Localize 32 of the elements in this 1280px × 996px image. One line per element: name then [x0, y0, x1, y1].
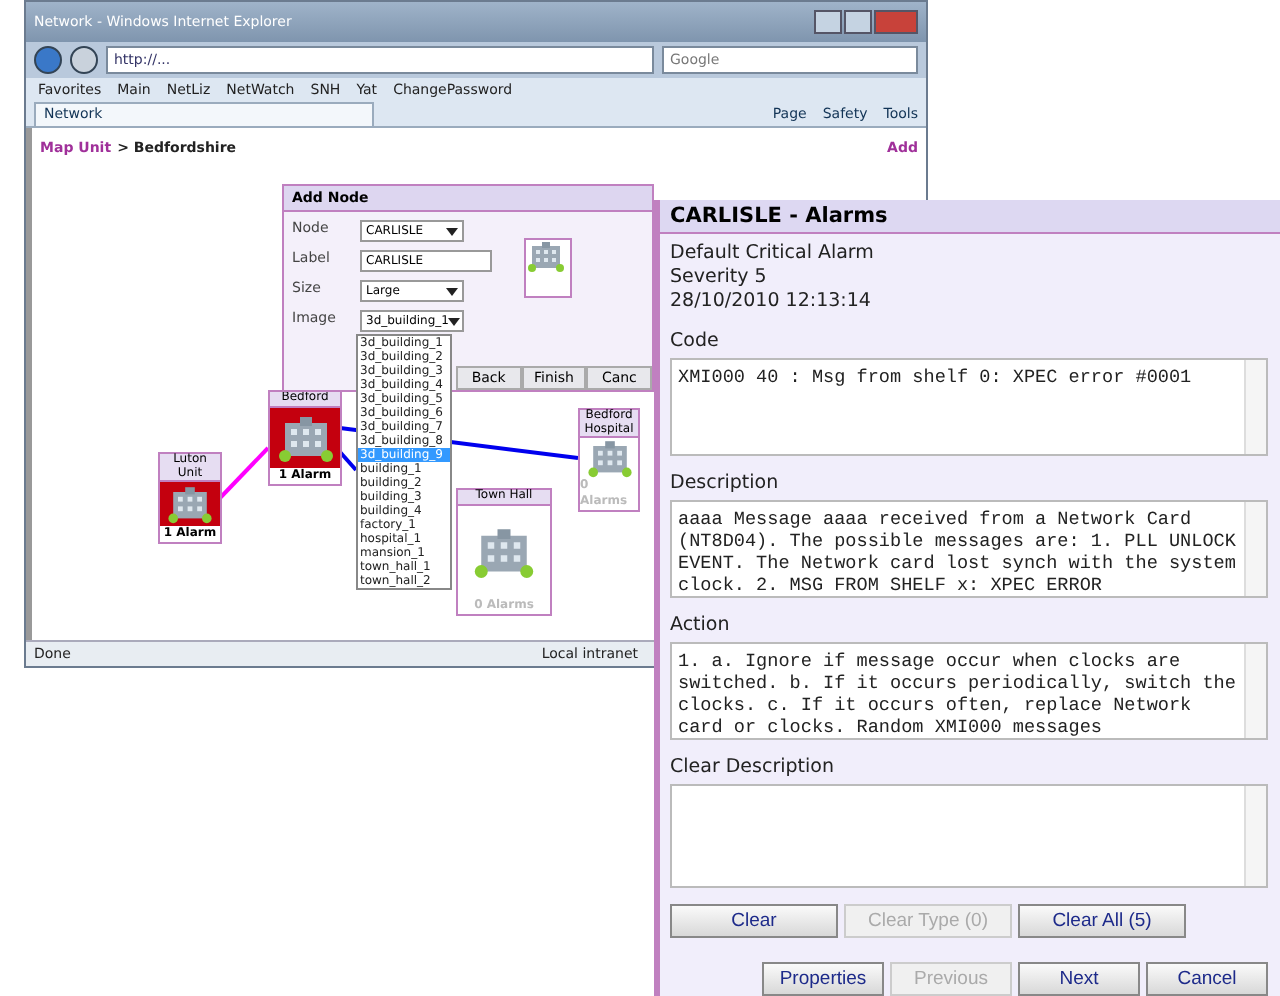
building-icon — [585, 438, 633, 479]
building-icon — [275, 411, 335, 464]
caret-icon — [446, 225, 458, 237]
scrollbar[interactable] — [1244, 786, 1266, 886]
caret-icon — [446, 285, 458, 297]
back-button[interactable] — [34, 46, 62, 74]
minimize-button[interactable] — [814, 10, 842, 34]
section-label: Clear Description — [670, 756, 836, 778]
building-icon — [470, 525, 538, 578]
section-label: Action — [670, 614, 732, 636]
building-icon — [166, 484, 214, 525]
text-area[interactable]: 1. a. Ignore if message occur when clocks are switched. b. If it occurs periodically, switch the clocks. c. If it occurs often, replace Network card or clocks. Random XMI000 messages — [670, 642, 1268, 740]
text-area[interactable] — [670, 784, 1268, 888]
text-area[interactable]: aaaa Message aaaa received from a Network Card (NT8D04). The possible messages are: 1. PLL UNLOCK EVENT. The Network card lost synch with the system clock. 2. MSG FROM SHELF x: XPEC ERROR — [670, 500, 1268, 598]
maximize-button[interactable] — [844, 10, 872, 34]
clear-button[interactable]: Clear — [670, 904, 838, 938]
section-label: Description — [670, 472, 781, 494]
clear-button[interactable]: Clear All (5) — [1018, 904, 1186, 938]
scrollbar[interactable] — [1244, 360, 1266, 454]
nav-button[interactable]: Cancel — [1146, 962, 1268, 996]
connector-line — [220, 448, 268, 498]
forward-button[interactable] — [70, 46, 98, 74]
caret-icon — [448, 315, 461, 327]
panel-title: CARLISLE - Alarms — [660, 200, 1280, 234]
building-icon — [526, 240, 566, 272]
scrollbar[interactable] — [1244, 644, 1266, 738]
text-area[interactable]: XMI000 40 : Msg from shelf 0: XPEC error #0001 — [670, 358, 1268, 456]
nav-button[interactable]: Properties — [762, 962, 884, 996]
scrollbar[interactable] — [1244, 502, 1266, 596]
alarm-info: Default Critical Alarm Severity 5 28/10/2010 12:13:14 — [670, 242, 876, 314]
nav-button[interactable]: Next — [1018, 962, 1140, 996]
section-label: Code — [670, 330, 721, 352]
